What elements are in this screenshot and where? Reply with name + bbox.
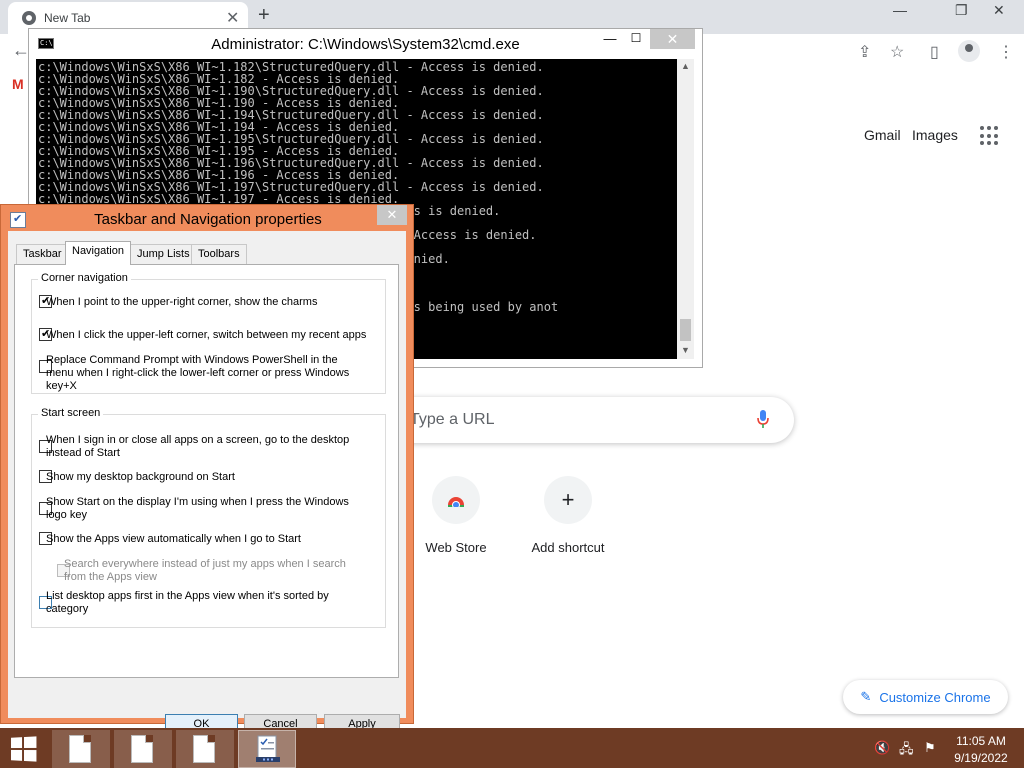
- window-close-button[interactable]: ✕: [993, 2, 1005, 19]
- clock-time[interactable]: 11:05 AM: [950, 734, 1012, 748]
- checkbox-label: Show Start on the display I'm using when…: [46, 496, 349, 521]
- shortcut-label: Add shortcut: [531, 540, 605, 555]
- add-icon: +: [544, 476, 592, 524]
- taskbar-properties-button[interactable]: [238, 730, 296, 768]
- scroll-down-arrow-icon[interactable]: ▼: [677, 345, 694, 355]
- action-center-flag-icon[interactable]: ⚑: [924, 740, 936, 756]
- window-restore-button[interactable]: ❐: [955, 2, 968, 19]
- checkbox-label: Search everywhere instead of just my app…: [64, 558, 346, 583]
- gmail-bookmark-icon[interactable]: M: [12, 76, 24, 92]
- cmd-scrollbar[interactable]: ▲ ▼: [677, 59, 694, 359]
- checkbox-label: When I sign in or close all apps on a sc…: [46, 434, 350, 459]
- cmd-minimize-button[interactable]: —: [597, 31, 623, 51]
- windows-taskbar: [0, 728, 1024, 768]
- shortcut-add[interactable]: + Add shortcut: [518, 476, 618, 555]
- side-panel-icon[interactable]: ▯: [930, 42, 939, 62]
- windows-start-button[interactable]: [11, 736, 39, 762]
- google-apps-icon[interactable]: [980, 126, 1000, 146]
- tab-close-icon[interactable]: ✕: [226, 8, 239, 28]
- document-icon: [131, 735, 153, 763]
- share-icon[interactable]: ⇪: [858, 42, 871, 62]
- shortcut-web-store[interactable]: Web Store: [406, 476, 506, 555]
- customize-chrome-label: Customize Chrome: [879, 689, 991, 705]
- checkbox-label: Show my desktop background on Start: [46, 471, 235, 483]
- search-placeholder: Type a URL: [410, 411, 495, 428]
- checkbox-label: Show the Apps view automatically when I …: [46, 533, 301, 545]
- tab-jump-lists[interactable]: Jump Lists: [130, 244, 197, 264]
- taskbar-properties-icon: [256, 735, 280, 762]
- taskbar-document-button[interactable]: [52, 730, 110, 768]
- shortcut-label: Web Store: [425, 540, 487, 555]
- profile-avatar-icon[interactable]: [958, 40, 980, 62]
- dialog-body: Taskbar Navigation Jump Lists Toolbars C…: [8, 231, 406, 735]
- tab-navigation[interactable]: Navigation: [65, 241, 131, 265]
- taskbar-document-button[interactable]: [114, 730, 172, 768]
- network-icon[interactable]: 🖧: [899, 740, 914, 762]
- images-link[interactable]: Images: [912, 127, 958, 143]
- clock-date[interactable]: 9/19/2022: [950, 751, 1012, 765]
- cmd-maximize-button[interactable]: ☐: [623, 31, 649, 51]
- checkbox-label: When I click the upper-left corner, swit…: [46, 329, 367, 341]
- navigation-tab-panel: Corner navigation When I point to the up…: [14, 264, 399, 678]
- tab-title: New Tab: [44, 11, 91, 25]
- tab-toolbars[interactable]: Toolbars: [191, 244, 247, 264]
- customize-chrome-button[interactable]: ✎ Customize Chrome: [843, 680, 1008, 714]
- dialog-close-button[interactable]: ✕: [377, 205, 407, 225]
- chrome-menu-icon[interactable]: ⋮: [998, 42, 1014, 62]
- scroll-up-arrow-icon[interactable]: ▲: [677, 61, 694, 71]
- microphone-icon[interactable]: [757, 410, 769, 428]
- chrome-favicon-icon: [22, 11, 36, 25]
- cmd-close-button[interactable]: ✕: [650, 29, 695, 49]
- window-minimize-button[interactable]: —: [893, 2, 907, 18]
- group-title: Corner navigation: [38, 272, 131, 284]
- gmail-link[interactable]: Gmail: [864, 127, 901, 143]
- dialog-title: Taskbar and Navigation properties: [94, 211, 322, 228]
- taskbar-navigation-properties-dialog[interactable]: Taskbar and Navigation properties ✕ Task…: [0, 204, 414, 735]
- document-icon: [69, 735, 91, 763]
- web-store-icon: [432, 476, 480, 524]
- pencil-icon: ✎: [860, 689, 872, 704]
- volume-muted-icon[interactable]: 🔇: [874, 740, 890, 756]
- document-icon: [193, 735, 215, 763]
- cmd-titlebar[interactable]: C:\. Administrator: C:\Windows\System32\…: [29, 29, 702, 59]
- scroll-thumb[interactable]: [680, 319, 691, 341]
- bookmark-star-icon[interactable]: ☆: [890, 42, 904, 62]
- tab-taskbar[interactable]: Taskbar: [16, 244, 69, 264]
- checkbox-label: List desktop apps first in the Apps view…: [46, 590, 329, 615]
- new-tab-button[interactable]: +: [258, 4, 270, 27]
- taskbar-document-button[interactable]: [176, 730, 234, 768]
- checkbox-label: Replace Command Prompt with Windows Powe…: [46, 354, 350, 392]
- checkbox-label: When I point to the upper-right corner, …: [46, 296, 318, 308]
- group-title: Start screen: [38, 407, 104, 419]
